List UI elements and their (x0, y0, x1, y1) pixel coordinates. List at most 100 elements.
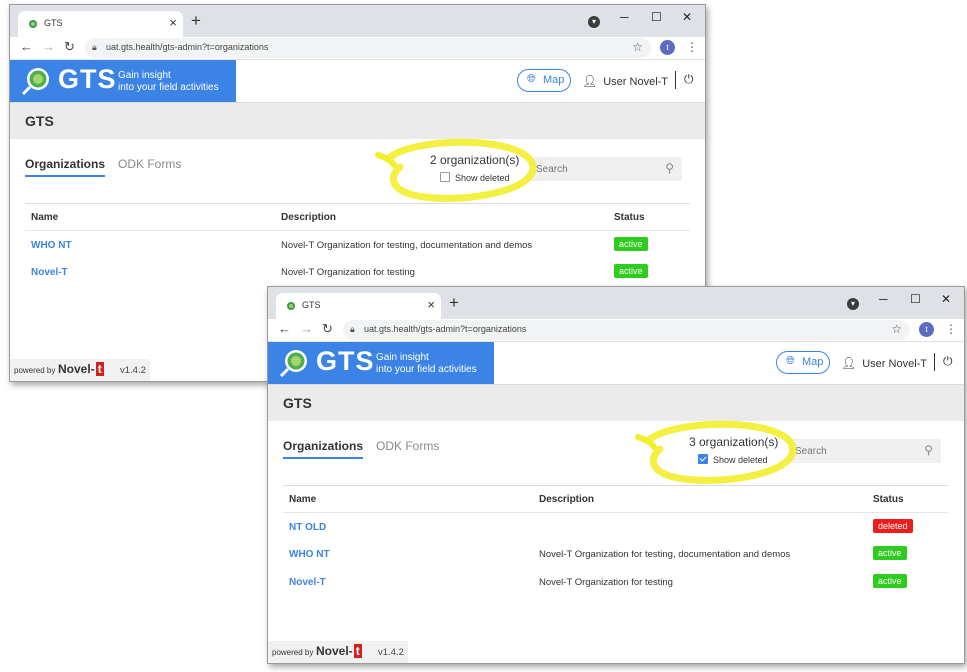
show-deleted-label: Show deleted (713, 455, 768, 465)
org-description: Novel-T Organization for testing, docume… (539, 549, 791, 560)
tab-close-icon[interactable]: × (427, 297, 435, 312)
org-name-link[interactable]: WHO NT (289, 549, 330, 560)
search-field[interactable]: ⚲ (789, 439, 941, 463)
map-button[interactable]: 🌐︎ Map (776, 351, 830, 374)
user-name: User Novel-T (603, 76, 669, 88)
status-badge: active (614, 237, 648, 251)
tagline-line-2: into your field activities (376, 364, 477, 375)
user-menu[interactable]: 👤︎ User Novel-T (841, 356, 927, 370)
gts-logo-icon (21, 68, 49, 96)
browser-window-2: GTS × + ▾ ─ ☐ ✕ ← → ↻ 🔒︎ uat.gts.health/… (267, 286, 965, 664)
close-window-icon[interactable]: ✕ (682, 10, 692, 24)
browser-tab[interactable]: GTS × (276, 293, 441, 319)
maximize-icon[interactable]: ☐ (910, 292, 921, 306)
header-divider-line (283, 512, 948, 513)
org-description: Novel-T Organization for testing, docume… (281, 240, 533, 251)
app-version: v1.4.2 (120, 365, 146, 376)
logout-power-icon[interactable]: ⏻ (943, 354, 953, 369)
chrome-profile-menu-icon[interactable]: ▾ (847, 298, 859, 310)
tab-close-icon[interactable]: × (169, 15, 177, 30)
header-divider (934, 353, 935, 371)
novel-t-brand: Novel- (58, 362, 95, 376)
globe-icon: 🌐︎ (786, 355, 795, 367)
powered-by-footer: powered by Novel-t v1.4.2 (268, 641, 408, 663)
minimize-icon[interactable]: ─ (620, 10, 629, 24)
minimize-icon[interactable]: ─ (879, 292, 888, 306)
map-button[interactable]: 🌐︎ Map (517, 69, 571, 92)
tagline-line-1: Gain insight (376, 352, 429, 363)
reload-icon[interactable]: ↻ (64, 39, 75, 55)
column-header-description[interactable]: Description (539, 494, 594, 505)
browser-tab[interactable]: GTS × (18, 11, 183, 37)
column-header-status[interactable]: Status (614, 212, 645, 223)
checkbox-box[interactable] (440, 172, 450, 182)
forward-icon[interactable]: → (300, 321, 313, 336)
brand-banner: GTS Gain insight into your field activit… (268, 342, 494, 384)
app-version: v1.4.2 (378, 647, 404, 658)
logout-power-icon[interactable]: ⏻ (684, 72, 694, 87)
tab-strip: GTS × + ▾ ─ ☐ ✕ (268, 287, 964, 319)
close-window-icon[interactable]: ✕ (941, 292, 951, 306)
org-name-link[interactable]: NT OLD (289, 522, 326, 533)
brand-wordmark: GTS (58, 64, 117, 94)
show-deleted-checkbox[interactable]: Show deleted (698, 454, 768, 465)
checkbox-box[interactable] (698, 454, 708, 464)
search-input[interactable] (534, 161, 658, 177)
search-field[interactable]: ⚲ (530, 157, 682, 181)
search-input[interactable] (793, 443, 917, 459)
tab-title: GTS (302, 300, 321, 310)
back-icon[interactable]: ← (278, 321, 291, 336)
reload-icon[interactable]: ↻ (322, 321, 333, 337)
new-tab-icon[interactable]: + (449, 293, 459, 313)
novel-t-brand-t: t (95, 362, 104, 376)
bookmark-star-icon[interactable]: ☆ (632, 40, 643, 54)
page-title: GTS (283, 395, 312, 411)
map-button-label: Map (543, 74, 565, 86)
bookmark-star-icon[interactable]: ☆ (891, 322, 902, 336)
search-icon: ⚲ (924, 443, 933, 457)
tab-organizations[interactable]: Organizations (25, 157, 106, 177)
url-text: uat.gts.health/gts-admin?t=organizations (106, 42, 269, 52)
column-header-name[interactable]: Name (289, 494, 316, 505)
maximize-icon[interactable]: ☐ (651, 10, 662, 24)
new-tab-icon[interactable]: + (191, 11, 201, 31)
powered-by-text: powered by (14, 366, 56, 375)
search-icon: ⚲ (665, 161, 674, 175)
kebab-menu-icon[interactable]: ⋮ (945, 322, 957, 336)
column-header-status[interactable]: Status (873, 494, 904, 505)
header-divider-line (25, 230, 690, 231)
tab-odk-forms[interactable]: ODK Forms (118, 157, 181, 171)
main-content: Organizations ODK Forms 3 organization(s… (268, 420, 964, 663)
org-description: Novel-T Organization for testing (281, 267, 415, 278)
profile-avatar[interactable]: t (919, 322, 934, 337)
omnibox[interactable]: 🔒︎ uat.gts.health/gts-admin?t=organizati… (343, 320, 910, 340)
org-name-link[interactable]: Novel-T (31, 267, 68, 278)
org-name-link[interactable]: Novel-T (289, 577, 326, 588)
user-menu[interactable]: 👤︎ User Novel-T (582, 74, 668, 88)
profile-avatar[interactable]: t (660, 40, 675, 55)
status-badge: deleted (873, 519, 913, 533)
org-name-link[interactable]: WHO NT (31, 240, 72, 251)
brand-tagline: Gain insight into your field activities (376, 352, 477, 376)
organization-count: 3 organization(s) (689, 435, 779, 449)
powered-by-text: powered by (272, 648, 314, 657)
show-deleted-checkbox[interactable]: Show deleted (440, 172, 510, 183)
kebab-menu-icon[interactable]: ⋮ (686, 40, 698, 54)
page-title-bar: GTS (10, 103, 705, 139)
tab-odk-forms[interactable]: ODK Forms (376, 439, 439, 453)
forward-icon[interactable]: → (42, 39, 55, 54)
tab-organizations[interactable]: Organizations (283, 439, 364, 459)
globe-icon: 🌐︎ (527, 73, 536, 85)
omnibox[interactable]: 🔒︎ uat.gts.health/gts-admin?t=organizati… (85, 38, 651, 58)
user-name: User Novel-T (862, 358, 928, 370)
column-header-description[interactable]: Description (281, 212, 336, 223)
status-badge: active (873, 546, 907, 560)
novel-t-logo: Novel-t (58, 362, 104, 376)
user-icon: 👤︎ (841, 356, 857, 370)
status-badge: active (614, 264, 648, 278)
back-icon[interactable]: ← (20, 39, 33, 54)
show-deleted-label: Show deleted (455, 173, 510, 183)
column-header-name[interactable]: Name (31, 212, 58, 223)
chrome-profile-menu-icon[interactable]: ▾ (588, 16, 600, 28)
tab-divider (25, 203, 690, 204)
